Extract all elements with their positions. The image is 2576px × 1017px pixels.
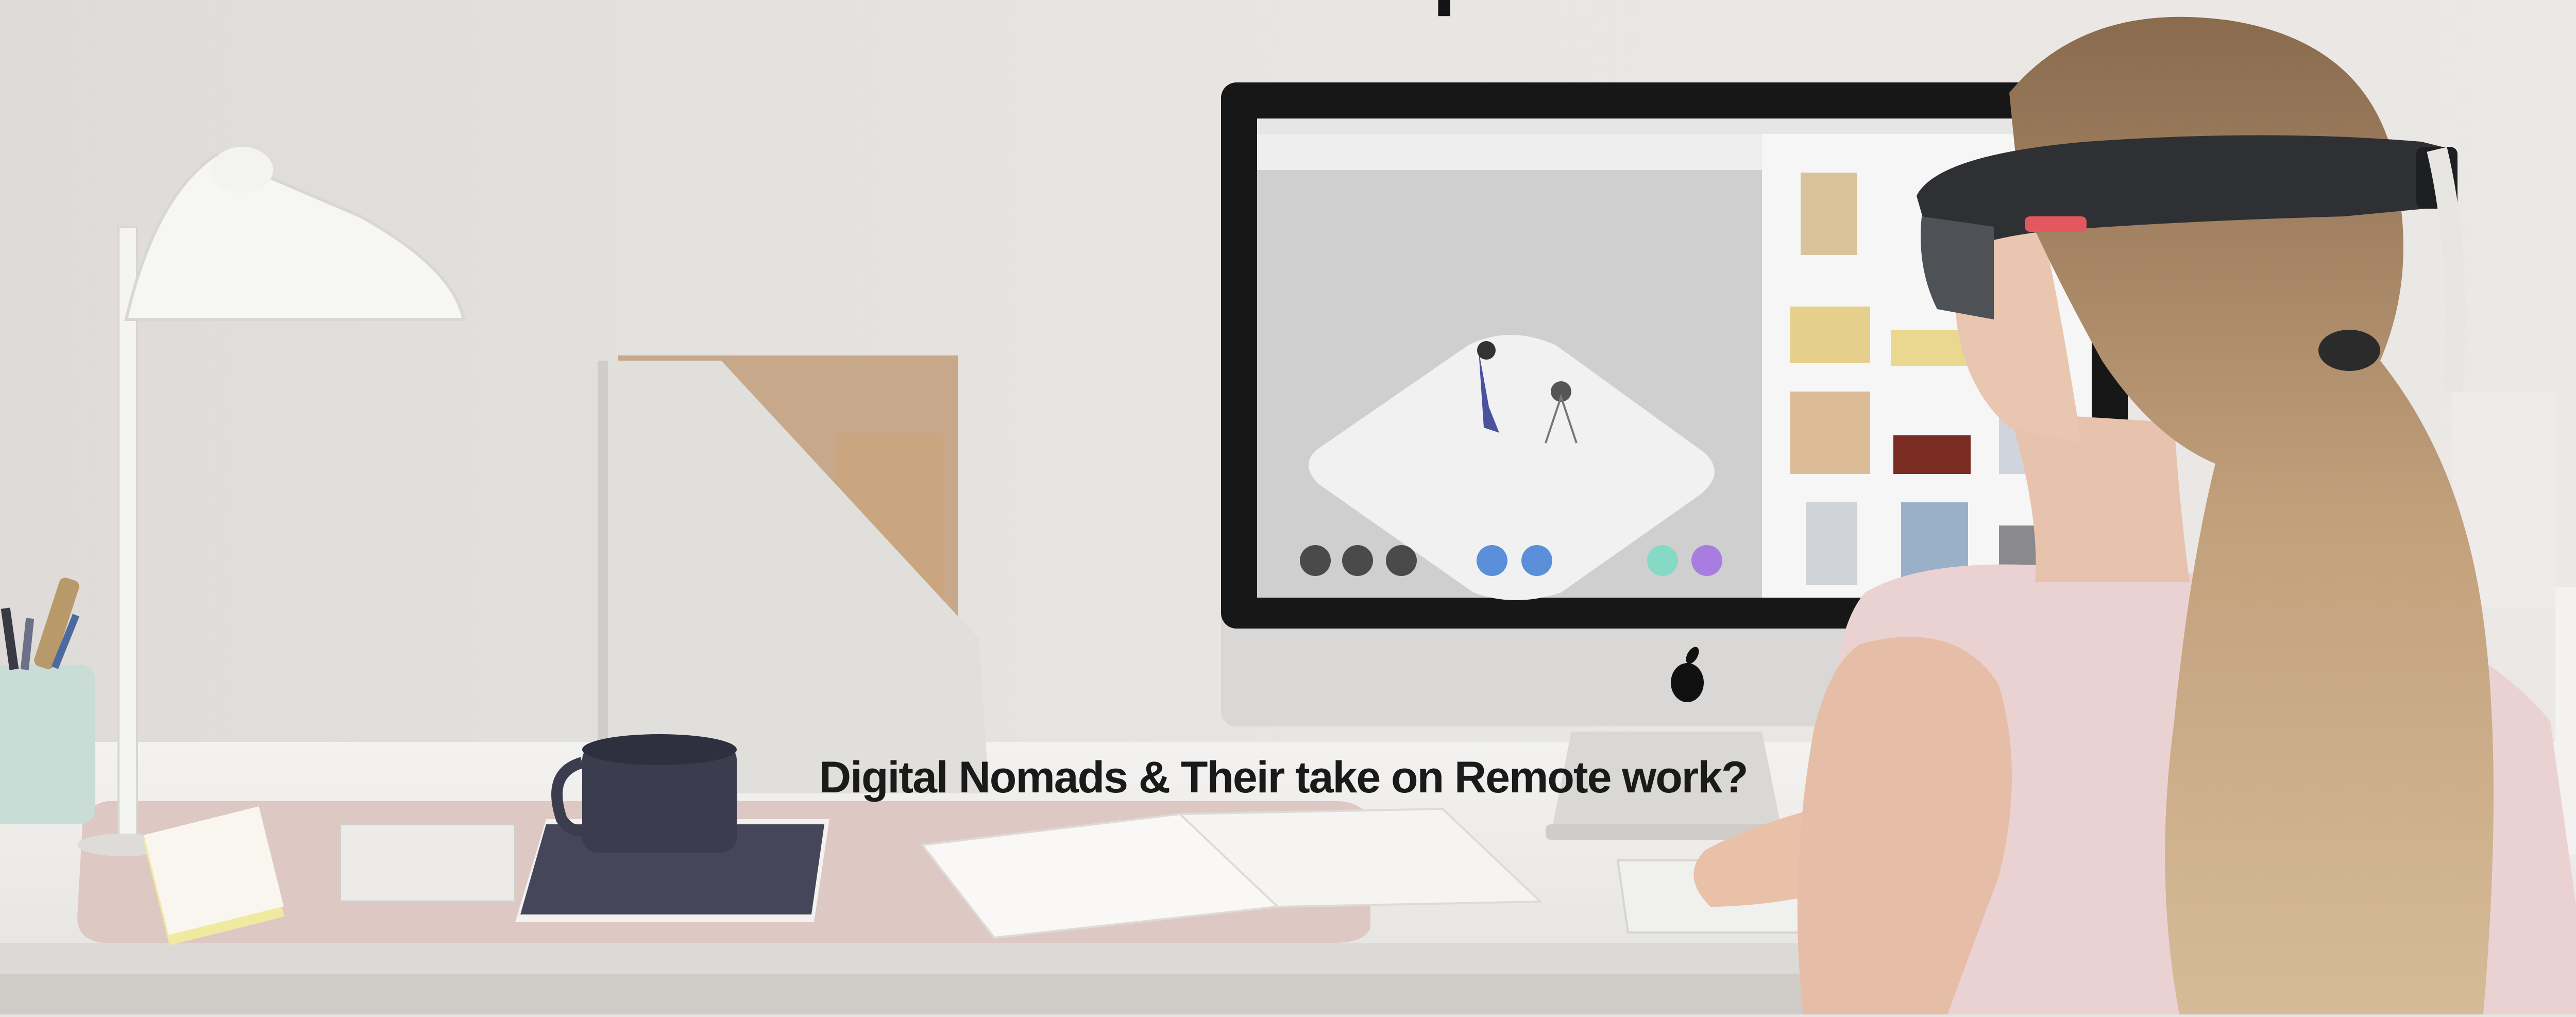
hero-headline: has to be in place?: [0, 0, 2576, 19]
magazine-file: [598, 355, 989, 793]
hero-caption: Digital Nomads & Their take on Remote wo…: [819, 753, 1749, 802]
hero-photo: [0, 0, 2576, 1014]
